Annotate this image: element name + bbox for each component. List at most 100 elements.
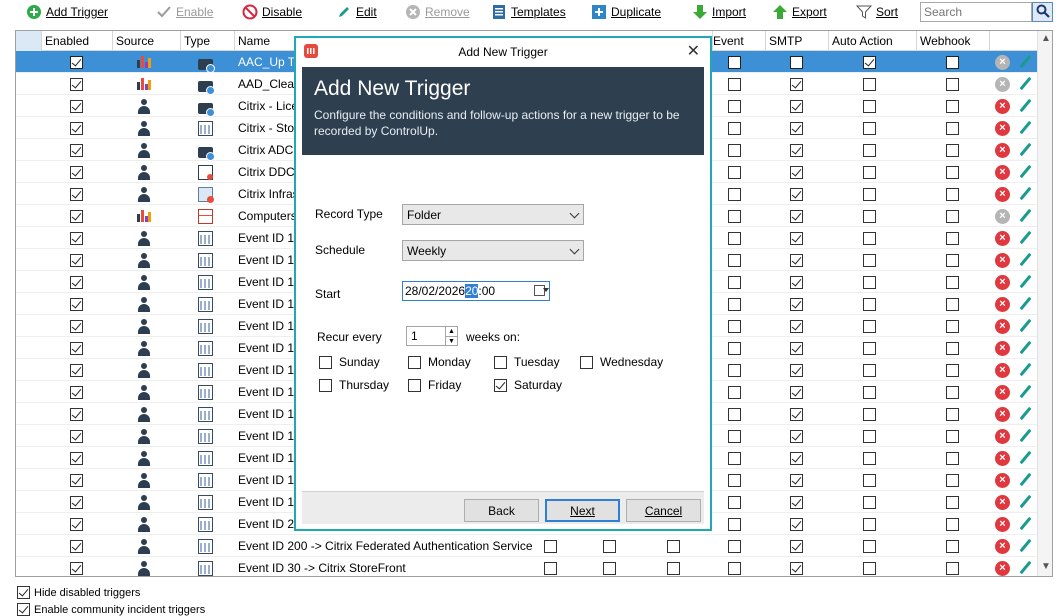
smtp-checkbox[interactable] — [790, 319, 803, 333]
webhook-checkbox[interactable] — [946, 561, 959, 575]
auto-action-checkbox[interactable] — [863, 385, 876, 399]
search-button[interactable] — [1032, 2, 1053, 22]
auto-action-checkbox[interactable] — [863, 561, 876, 575]
auto-action-checkbox[interactable] — [863, 165, 876, 179]
smtp-checkbox[interactable] — [790, 209, 803, 223]
delete-icon[interactable]: × — [995, 208, 1010, 224]
column-type[interactable]: Type — [181, 31, 235, 51]
enabled-checkbox[interactable] — [70, 55, 83, 69]
enabled-checkbox[interactable] — [70, 253, 83, 267]
smtp-checkbox[interactable] — [790, 429, 803, 443]
enabled-checkbox[interactable] — [70, 121, 83, 135]
smtp-checkbox[interactable] — [790, 473, 803, 487]
webhook-checkbox[interactable] — [946, 539, 959, 553]
delete-icon[interactable]: × — [995, 76, 1010, 92]
auto-action-checkbox[interactable] — [863, 341, 876, 355]
auto-action-checkbox[interactable] — [863, 187, 876, 201]
delete-icon[interactable]: × — [995, 560, 1010, 576]
auto-action-checkbox[interactable] — [863, 517, 876, 531]
edit-pencil-icon[interactable] — [1018, 539, 1032, 553]
delete-icon[interactable]: × — [995, 186, 1010, 202]
enabled-checkbox[interactable] — [70, 275, 83, 289]
webhook-checkbox[interactable] — [946, 187, 959, 201]
smtp-checkbox[interactable] — [790, 407, 803, 421]
spin-up-icon[interactable]: ▲ — [445, 327, 457, 336]
auto-action-checkbox[interactable] — [863, 363, 876, 377]
back-button[interactable]: Back — [464, 499, 539, 522]
delete-icon[interactable]: × — [995, 428, 1010, 444]
smtp-checkbox[interactable] — [790, 495, 803, 509]
scroll-down-icon[interactable]: ▼ — [1041, 561, 1051, 572]
edit-pencil-icon[interactable] — [1018, 363, 1032, 377]
auto-action-checkbox[interactable] — [863, 77, 876, 91]
webhook-checkbox[interactable] — [946, 143, 959, 157]
auto-action-checkbox[interactable] — [863, 429, 876, 443]
enabled-checkbox[interactable] — [70, 77, 83, 91]
event-checkbox[interactable] — [728, 143, 741, 157]
smtp-checkbox[interactable] — [790, 275, 803, 289]
record-type-select[interactable]: Folder — [402, 204, 584, 225]
day-checkbox[interactable] — [408, 355, 421, 369]
webhook-checkbox[interactable] — [946, 517, 959, 531]
event-checkbox[interactable] — [728, 451, 741, 465]
smtp-checkbox[interactable] — [790, 99, 803, 113]
webhook-checkbox[interactable] — [946, 429, 959, 443]
webhook-checkbox[interactable] — [946, 165, 959, 179]
delete-icon[interactable]: × — [995, 120, 1010, 136]
event-checkbox[interactable] — [728, 517, 741, 531]
webhook-checkbox[interactable] — [946, 253, 959, 267]
auto-action-checkbox[interactable] — [863, 297, 876, 311]
day-option-tuesday[interactable]: Tuesday — [494, 355, 560, 369]
webhook-checkbox[interactable] — [946, 231, 959, 245]
export-button[interactable]: Export — [772, 3, 827, 21]
day-checkbox[interactable] — [580, 355, 593, 369]
edit-pencil-icon[interactable] — [1018, 451, 1032, 465]
delete-icon[interactable]: × — [995, 362, 1010, 378]
smtp-checkbox[interactable] — [790, 121, 803, 135]
smtp-checkbox[interactable] — [790, 363, 803, 377]
smtp-checkbox[interactable] — [790, 297, 803, 311]
day-option-friday[interactable]: Friday — [408, 378, 461, 392]
close-icon[interactable]: ✕ — [687, 41, 700, 61]
column-webhook[interactable]: Webhook — [917, 31, 990, 51]
schedule-select[interactable]: Weekly — [402, 240, 584, 261]
enabled-checkbox[interactable] — [70, 561, 83, 575]
event-checkbox[interactable] — [728, 363, 741, 377]
remove-button[interactable]: Remove — [405, 3, 470, 21]
smtp-checkbox[interactable] — [790, 187, 803, 201]
smtp-checkbox[interactable] — [790, 253, 803, 267]
day-checkbox[interactable] — [494, 378, 507, 392]
auto-action-checkbox[interactable] — [863, 55, 876, 69]
event-checkbox[interactable] — [728, 407, 741, 421]
add-trigger-button[interactable]: Add Trigger — [26, 3, 108, 21]
smtp-checkbox[interactable] — [790, 143, 803, 157]
c3-checkbox[interactable] — [667, 561, 680, 575]
event-checkbox[interactable] — [728, 231, 741, 245]
auto-action-checkbox[interactable] — [863, 121, 876, 135]
event-checkbox[interactable] — [728, 55, 741, 69]
edit-pencil-icon[interactable] — [1018, 99, 1032, 113]
edit-pencil-icon[interactable] — [1018, 275, 1032, 289]
smtp-checkbox[interactable] — [790, 231, 803, 245]
day-checkbox[interactable] — [408, 378, 421, 392]
edit-pencil-icon[interactable] — [1018, 385, 1032, 399]
auto-action-checkbox[interactable] — [863, 451, 876, 465]
enabled-checkbox[interactable] — [70, 341, 83, 355]
smtp-checkbox[interactable] — [790, 451, 803, 465]
smtp-checkbox[interactable] — [790, 385, 803, 399]
delete-icon[interactable]: × — [995, 340, 1010, 356]
webhook-checkbox[interactable] — [946, 55, 959, 69]
dropdown-arrow-icon[interactable] — [543, 288, 549, 292]
event-checkbox[interactable] — [728, 495, 741, 509]
enabled-checkbox[interactable] — [70, 495, 83, 509]
column-auto-action[interactable]: Auto Action — [829, 31, 917, 51]
smtp-checkbox[interactable] — [790, 517, 803, 531]
day-checkbox[interactable] — [494, 355, 507, 369]
delete-icon[interactable]: × — [995, 252, 1010, 268]
enabled-checkbox[interactable] — [70, 451, 83, 465]
auto-action-checkbox[interactable] — [863, 99, 876, 113]
c2-checkbox[interactable] — [603, 561, 616, 575]
table-row[interactable]: Event ID 200 -> Citrix Federated Authent… — [16, 535, 1037, 557]
enabled-checkbox[interactable] — [70, 187, 83, 201]
c1-checkbox[interactable] — [544, 539, 557, 553]
